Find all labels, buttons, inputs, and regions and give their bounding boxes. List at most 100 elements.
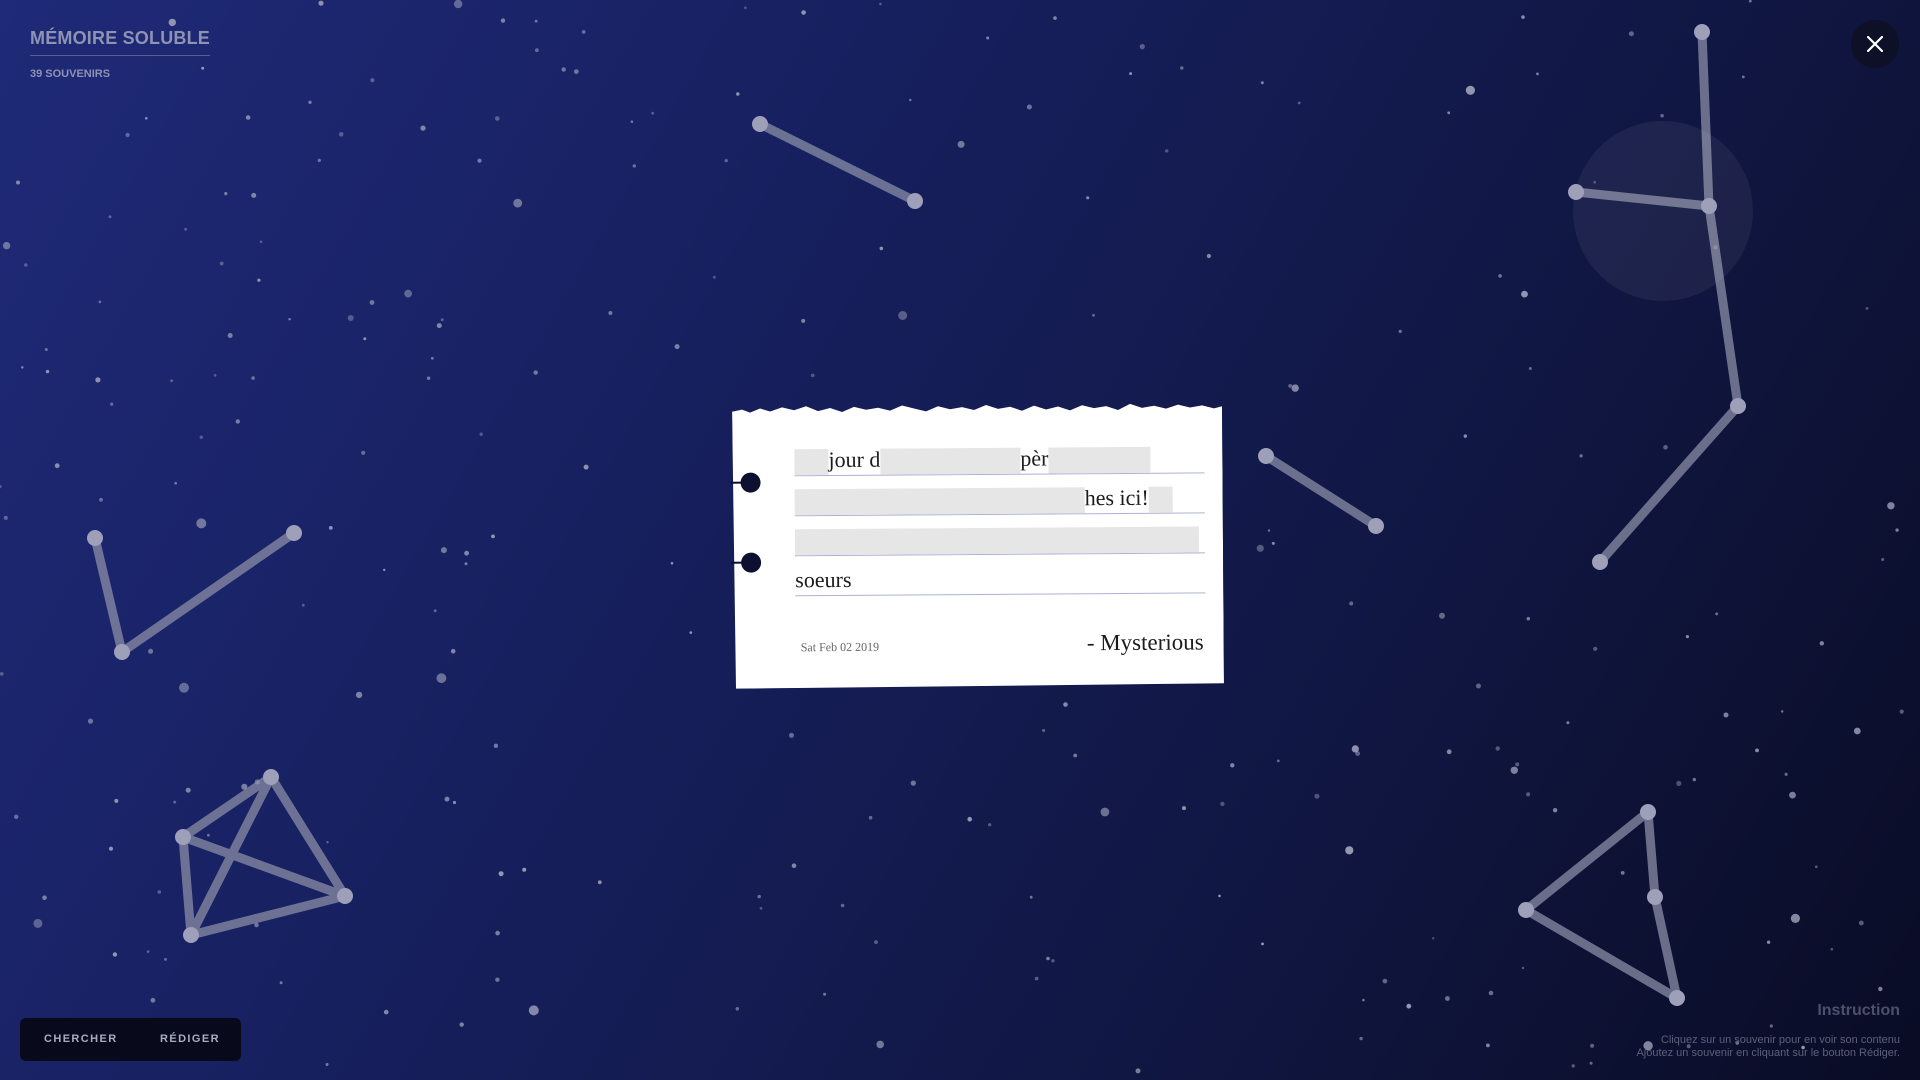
star [1498,274,1502,278]
star [1881,558,1885,561]
memory-card[interactable]: jour d pèr hes ici! soeurs Sat Feb 02 2019 … [732,400,1224,689]
star [801,318,806,323]
star [1579,454,1583,458]
constellation-star[interactable] [1518,902,1534,918]
star [868,815,873,820]
star [597,880,602,885]
star [791,863,797,868]
constellation-star[interactable] [1368,518,1384,534]
redacted-block [794,487,1085,516]
constellation-star[interactable] [1647,889,1663,905]
star [1790,913,1800,924]
star [801,10,806,15]
star [1053,16,1057,20]
star [164,957,167,961]
star [630,120,634,123]
write-button[interactable]: RÉDIGER [160,1033,220,1045]
star [1593,180,1596,184]
constellation-star[interactable] [263,769,279,785]
constellation-star[interactable] [1640,804,1656,820]
constellation-star[interactable] [1694,24,1710,40]
constellation-segment [1595,401,1743,567]
memory-line: hes ici! [794,482,1205,517]
star [308,100,312,105]
star [301,603,305,607]
star [1445,996,1450,1001]
star [440,547,447,554]
binder-hole [741,552,762,573]
star [44,348,48,351]
star [1571,1064,1575,1068]
star [383,1009,389,1015]
star [573,69,579,74]
star [420,125,426,131]
star [1135,1068,1141,1074]
star [241,783,248,790]
star [874,940,878,944]
star [757,894,761,899]
star [986,36,990,40]
close-icon [1866,35,1884,53]
constellation-star[interactable] [87,530,103,546]
star [1566,721,1570,725]
star [674,344,680,350]
star [1552,808,1558,813]
star [328,526,333,530]
constellation-star[interactable] [1701,198,1717,214]
memory-text: hes ici! [1084,484,1149,511]
star [148,648,154,654]
constellation-star[interactable] [175,829,191,845]
star [561,67,566,72]
star [1748,0,1752,3]
constellation-star[interactable] [1669,990,1685,1006]
search-button[interactable]: CHERCHER [44,1033,118,1045]
star [279,981,283,985]
star [436,323,442,329]
star [1230,763,1235,768]
star [288,318,291,321]
star [1271,541,1275,545]
constellation-star[interactable] [1258,448,1274,464]
instructions-title: Instruction [1817,1002,1900,1019]
star [535,48,539,53]
star [1314,793,1320,799]
constellation-star[interactable] [337,888,353,904]
star [491,534,495,539]
star [174,481,177,485]
star [1853,727,1861,735]
star [1260,81,1264,85]
constellation-star[interactable] [1592,554,1608,570]
redacted-block [794,449,829,476]
redacted-block [1048,446,1151,474]
star [1865,307,1869,310]
constellation-star[interactable] [1730,398,1746,414]
memory-count: 39 SOUVENIRS [30,68,111,80]
star [1180,66,1184,70]
star [1129,72,1133,76]
bottom-toolbar: CHERCHER RÉDIGER [20,1018,241,1061]
constellation-star[interactable] [907,193,923,209]
constellation-star[interactable] [183,927,199,943]
redacted-block [1148,486,1173,513]
star [464,550,469,556]
instructions-line: Ajoutez un souvenir en cliquant sur le b… [1636,1047,1900,1059]
constellation-star[interactable] [114,644,130,660]
star [1789,791,1796,799]
constellation-star[interactable] [286,525,302,541]
star [254,922,259,928]
star [1349,601,1354,606]
constellation-segment [178,832,196,940]
star [1660,113,1664,118]
star [810,373,815,378]
star [0,672,4,676]
star [1899,709,1904,714]
constellation-star[interactable] [752,116,768,132]
constellation-star[interactable] [1568,184,1584,200]
star [493,743,499,748]
close-button[interactable] [1851,20,1899,68]
binder-hole [740,472,761,493]
star [444,796,450,802]
star [533,370,538,375]
star [1528,367,1532,370]
star [534,19,538,23]
